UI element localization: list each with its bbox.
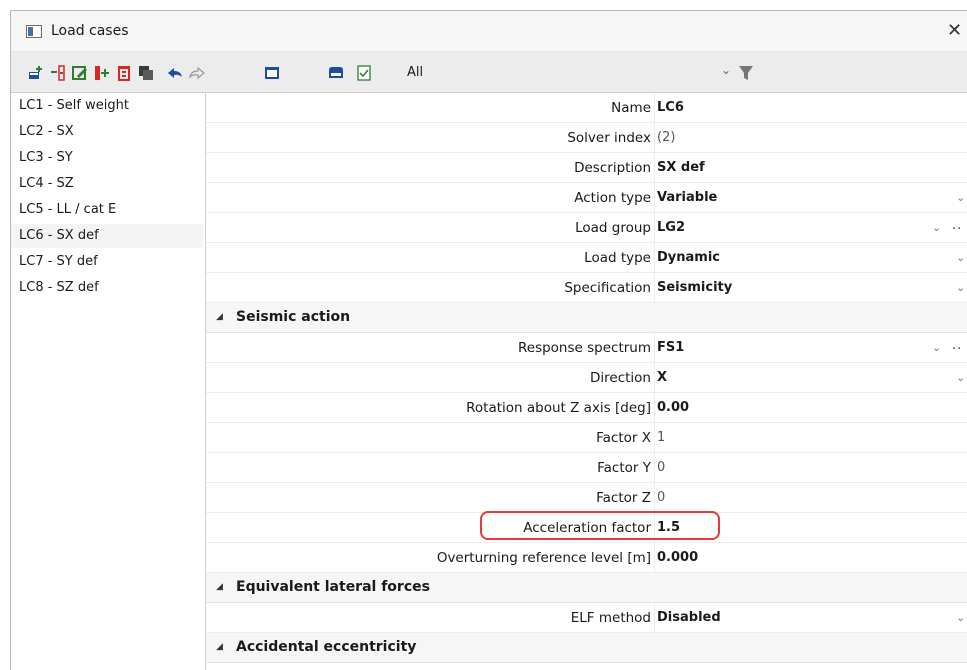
- chevron-down-icon[interactable]: ⌄: [956, 281, 965, 294]
- highlight-annotation: [480, 511, 720, 540]
- property-row-action-type: Action type Variable ⌄: [206, 183, 967, 213]
- property-row-elf-method: ELF method Disabled ⌄: [206, 603, 967, 633]
- description-field[interactable]: SX def: [657, 160, 705, 175]
- property-label: Factor Y: [597, 460, 651, 476]
- property-row-description: Description SX def: [206, 153, 967, 183]
- property-label: Response spectrum: [517, 340, 651, 356]
- factor-z-field[interactable]: 0: [657, 490, 665, 505]
- section-title: Accidental eccentricity: [236, 639, 417, 655]
- name-field[interactable]: LC6: [657, 100, 684, 115]
- new-load-case-icon[interactable]: [27, 64, 45, 82]
- property-row-rotation: Rotation about Z axis [deg] 0.00: [206, 393, 967, 423]
- collapse-icon[interactable]: ◢: [216, 642, 223, 652]
- list-item[interactable]: LC8 - SZ def: [11, 276, 203, 300]
- specification-select[interactable]: Seismicity: [657, 280, 732, 295]
- section-title: Seismic action: [236, 309, 351, 325]
- load-type-select[interactable]: Dynamic: [657, 250, 720, 265]
- list-item[interactable]: LC2 - SX: [11, 120, 203, 144]
- save-icon[interactable]: [327, 64, 345, 82]
- chevron-down-icon[interactable]: ⌄: [932, 221, 941, 234]
- solver-index-value: (2): [657, 130, 676, 145]
- collapse-icon[interactable]: ◢: [216, 582, 223, 592]
- redo-icon[interactable]: [188, 64, 206, 82]
- property-row-overturning: Overturning reference level [m] 0.000: [206, 543, 967, 573]
- property-label: Overturning reference level [m]: [436, 550, 651, 566]
- filter-dropdown-value[interactable]: All: [407, 65, 423, 80]
- property-label: Description: [574, 160, 651, 176]
- property-label: Name: [611, 100, 651, 116]
- section-equivalent-lateral-forces[interactable]: ◢ Equivalent lateral forces: [206, 573, 967, 603]
- property-row-response-spectrum: Response spectrum FS1 ⌄ ..: [206, 333, 967, 363]
- filter-icon[interactable]: [739, 65, 753, 81]
- load-cases-window: Load cases ✕ All ⌄ LC1 - Self weight LC2…: [10, 10, 967, 670]
- property-row-specification: Specification Seismicity ⌄: [206, 273, 967, 303]
- chevron-down-icon[interactable]: ⌄: [956, 371, 965, 384]
- insert-load-case-icon[interactable]: [49, 64, 67, 82]
- table-icon[interactable]: [263, 64, 281, 82]
- duplicate-icon[interactable]: [137, 64, 155, 82]
- list-item[interactable]: LC3 - SY: [11, 146, 203, 170]
- property-label: Direction: [590, 370, 651, 386]
- title-bar: Load cases ✕: [11, 11, 967, 52]
- rotation-field[interactable]: 0.00: [657, 400, 689, 415]
- load-group-select[interactable]: LG2: [657, 220, 685, 235]
- edit-icon[interactable]: [71, 64, 89, 82]
- section-accidental-eccentricity[interactable]: ◢ Accidental eccentricity: [206, 633, 967, 663]
- check-icon[interactable]: [355, 64, 373, 82]
- factor-x-field[interactable]: 1: [657, 430, 665, 445]
- property-row-solver-index: Solver index (2): [206, 123, 967, 153]
- section-seismic-action[interactable]: ◢ Seismic action: [206, 303, 967, 333]
- response-spectrum-select[interactable]: FS1: [657, 340, 684, 355]
- property-row-direction: Direction X ⌄: [206, 363, 967, 393]
- property-label: Solver index: [567, 130, 651, 146]
- list-item[interactable]: LC4 - SZ: [11, 172, 203, 196]
- property-label: Load group: [575, 220, 651, 236]
- property-label: Factor X: [596, 430, 651, 446]
- property-row-factor-y: Factor Y 0: [206, 453, 967, 483]
- section-title: Equivalent lateral forces: [236, 579, 430, 595]
- chevron-down-icon[interactable]: ⌄: [956, 251, 965, 264]
- property-row-factor-x: Factor X 1: [206, 423, 967, 453]
- property-row-load-type: Load type Dynamic ⌄: [206, 243, 967, 273]
- more-button[interactable]: ..: [952, 338, 962, 353]
- chevron-down-icon[interactable]: ⌄: [932, 341, 941, 354]
- property-row-factor-z: Factor Z 0: [206, 483, 967, 513]
- more-button[interactable]: ..: [952, 218, 962, 233]
- elf-method-select[interactable]: Disabled: [657, 610, 721, 625]
- property-row-name: Name LC6: [206, 93, 967, 123]
- overturning-field[interactable]: 0.000: [657, 550, 698, 565]
- list-item[interactable]: LC1 - Self weight: [11, 94, 203, 118]
- list-item[interactable]: LC5 - LL / cat E: [11, 198, 203, 222]
- toolbar: All ⌄: [11, 52, 967, 93]
- delete-icon[interactable]: [115, 64, 133, 82]
- property-label: Rotation about Z axis [deg]: [466, 400, 651, 416]
- direction-select[interactable]: X: [657, 370, 667, 385]
- factor-y-field[interactable]: 0: [657, 460, 665, 475]
- property-label: Action type: [574, 190, 651, 206]
- window-title: Load cases: [51, 23, 129, 39]
- copy-icon[interactable]: [93, 64, 111, 82]
- property-label: Factor Z: [596, 490, 651, 506]
- property-row-load-group: Load group LG2 ⌄ ..: [206, 213, 967, 243]
- close-button[interactable]: ✕: [947, 20, 967, 42]
- property-grid: Name LC6 Solver index (2) Description SX…: [206, 93, 967, 670]
- chevron-down-icon[interactable]: ⌄: [956, 611, 965, 624]
- action-type-select[interactable]: Variable: [657, 190, 717, 205]
- list-item-selected[interactable]: LC6 - SX def: [11, 224, 203, 248]
- property-label: ELF method: [570, 610, 651, 626]
- load-case-list: LC1 - Self weight LC2 - SX LC3 - SY LC4 …: [11, 93, 206, 670]
- property-label: Specification: [564, 280, 651, 296]
- chevron-down-icon[interactable]: ⌄: [956, 191, 965, 204]
- window-icon: [26, 25, 42, 38]
- undo-icon[interactable]: [166, 64, 184, 82]
- chevron-down-icon[interactable]: ⌄: [721, 63, 731, 77]
- property-label: Load type: [584, 250, 651, 266]
- list-item[interactable]: LC7 - SY def: [11, 250, 203, 274]
- collapse-icon[interactable]: ◢: [216, 312, 223, 322]
